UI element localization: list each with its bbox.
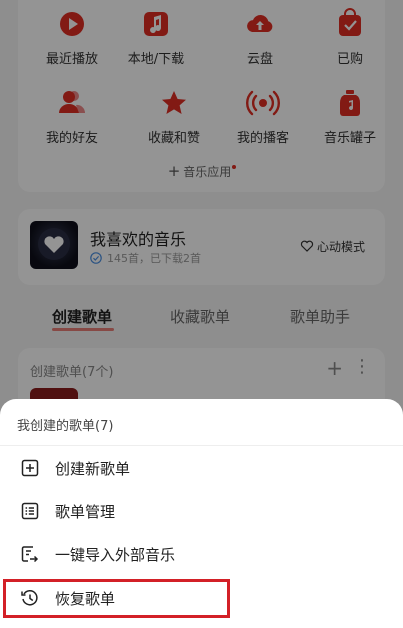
sheet-item-label: 一键导入外部音乐	[55, 545, 176, 564]
sheet-header: 我创建的歌单(7)	[0, 399, 403, 446]
add-square-icon	[21, 459, 39, 477]
highlight-box	[3, 579, 230, 618]
playlist-manage-item[interactable]: 歌单管理	[0, 490, 403, 532]
import-icon	[21, 546, 39, 563]
sheet-title: 我创建的歌单(7)	[17, 419, 114, 434]
screen: 最近播放 本地/下载 云盘 已购 我的好友 收藏和赞 我的播客 音乐罐子 + 音…	[0, 0, 403, 628]
list-manage-icon	[21, 502, 39, 520]
create-new-playlist-item[interactable]: 创建新歌单	[0, 447, 403, 489]
sheet-item-label: 创建新歌单	[55, 459, 131, 478]
import-external-music-item[interactable]: 一键导入外部音乐	[0, 533, 403, 575]
sheet-item-label: 歌单管理	[55, 502, 116, 521]
